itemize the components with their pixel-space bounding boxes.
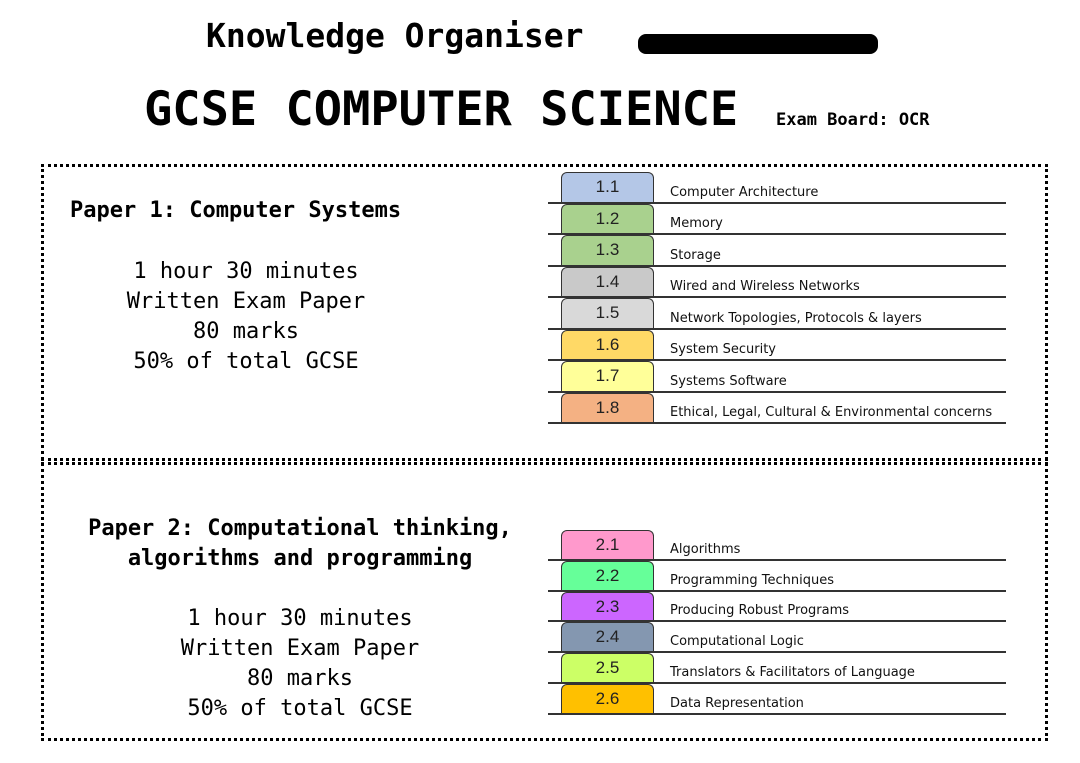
topic-code-badge: 1.3 — [561, 235, 654, 265]
detail-duration: 1 hour 30 minutes — [133, 259, 359, 284]
topic-label: Ethical, Legal, Cultural & Environmental… — [670, 405, 993, 420]
topic-label: Network Topologies, Protocols & layers — [670, 310, 922, 326]
detail-format: Written Exam Paper — [180, 636, 420, 661]
topic-row: 2.4 Computational Logic — [548, 622, 1006, 654]
topic-row: 1.4 Wired and Wireless Networks — [548, 266, 1006, 298]
paper-2-title: Paper 2: Computational thinking, algorit… — [60, 514, 540, 574]
topic-code-badge: 2.1 — [561, 530, 654, 559]
detail-weighting: 50% of total GCSE — [133, 349, 359, 374]
topic-label: Data Representation — [670, 695, 804, 711]
detail-marks: 80 marks — [247, 666, 353, 691]
topic-label: Algorithms — [670, 541, 741, 557]
topic-row: 2.6 Data Representation — [548, 683, 1006, 715]
topic-code-badge: 2.6 — [561, 683, 654, 713]
paper-1-topic-list: 1.1 Computer Architecture 1.2 Memory 1.3 Stor… — [548, 172, 1006, 424]
topic-code-badge: 1.8 — [561, 392, 654, 422]
topic-code-badge: 1.5 — [561, 298, 654, 328]
paper-1-details: 1 hour 30 minutes Written Exam Paper 80 … — [46, 257, 446, 377]
topic-row: 2.3 Producing Robust Programs — [548, 591, 1006, 623]
topic-code-badge: 2.2 — [561, 560, 654, 590]
topic-label: Systems Software — [670, 373, 787, 389]
detail-duration: 1 hour 30 minutes — [187, 606, 413, 631]
topic-label: Programming Techniques — [670, 572, 834, 588]
topic-row: 1.2 Memory — [548, 203, 1006, 235]
topic-label: Wired and Wireless Networks — [670, 279, 860, 294]
topic-row: 1.1 Computer Architecture — [548, 172, 1006, 204]
topic-row: 1.3 Storage — [548, 235, 1006, 267]
topic-code-badge: 2.5 — [561, 653, 654, 682]
topic-code-badge: 1.4 — [561, 266, 654, 296]
topic-row: 2.2 Programming Techniques — [548, 560, 1006, 592]
topic-label: Producing Robust Programs — [670, 603, 850, 619]
topic-code-badge: 2.3 — [561, 591, 654, 621]
topic-row: 1.6 System Security — [548, 329, 1006, 361]
topic-label: Storage — [670, 247, 721, 263]
topic-code-badge: 1.2 — [561, 203, 654, 233]
detail-marks: 80 marks — [193, 319, 299, 344]
topic-row: 1.7 Systems Software — [548, 361, 1006, 393]
topic-label: System Security — [670, 342, 776, 357]
paper-1-title: Paper 1: Computer Systems — [70, 198, 402, 223]
exam-board: Exam Board: OCR — [776, 110, 930, 130]
topic-code-badge: 1.1 — [561, 172, 654, 202]
paper-2-topic-list: 2.1 Algorithms 2.2 Programming Techniques 2.… — [548, 530, 1006, 715]
topic-label: Translators & Facilitators of Language — [670, 664, 915, 680]
topic-code-badge: 1.7 — [561, 361, 654, 391]
redacted-name-bar — [638, 34, 878, 54]
topic-label: Memory — [670, 216, 723, 231]
topic-code-badge: 2.4 — [561, 622, 654, 652]
topic-label: Computer Architecture — [670, 184, 819, 200]
subtitle: Knowledge Organiser — [206, 16, 584, 55]
topic-row: 2.1 Algorithms — [548, 530, 1006, 561]
topic-code-badge: 1.6 — [561, 329, 654, 359]
detail-format: Written Exam Paper — [126, 289, 366, 314]
detail-weighting: 50% of total GCSE — [187, 696, 413, 721]
paper-2-title-line-2: algorithms and programming — [127, 546, 473, 571]
paper-2-details: 1 hour 30 minutes Written Exam Paper 80 … — [100, 604, 500, 724]
topic-row: 1.5 Network Topologies, Protocols & layer… — [548, 298, 1006, 330]
paper-2-title-line-1: Paper 2: Computational thinking, — [88, 516, 512, 541]
page-title: GCSE COMPUTER SCIENCE — [144, 82, 739, 137]
topic-label: Computational Logic — [670, 634, 804, 650]
topic-row: 2.5 Translators & Facilitators of Languag… — [548, 653, 1006, 684]
topic-row: 1.8 Ethical, Legal, Cultural & Environmen… — [548, 392, 1006, 424]
